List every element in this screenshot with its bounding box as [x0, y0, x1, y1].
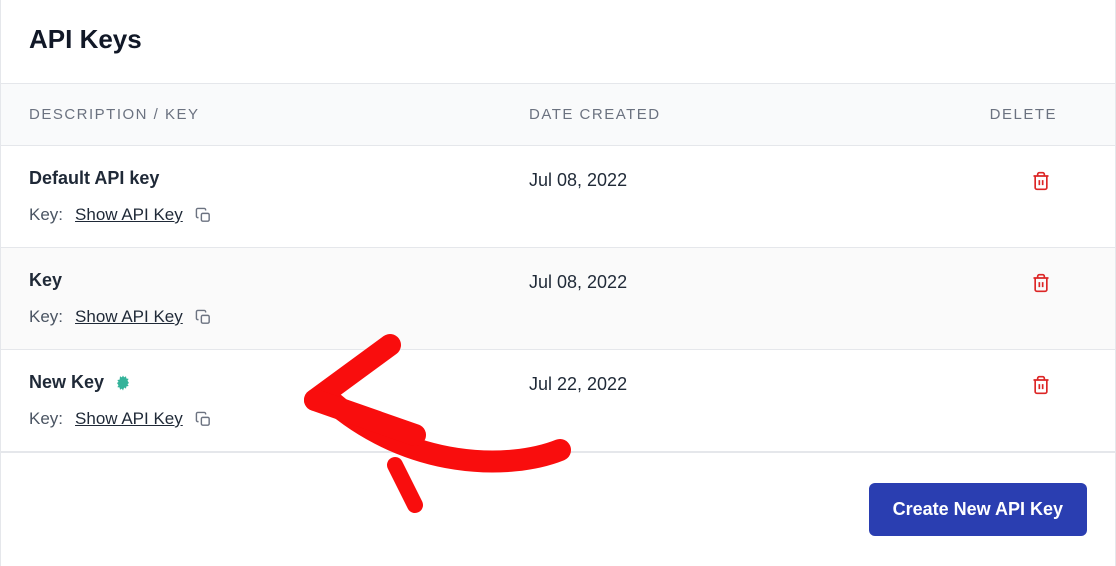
copy-icon[interactable]: [195, 207, 212, 224]
table-header: DESCRIPTION / KEY DATE CREATED DELETE: [1, 83, 1115, 146]
key-date: Jul 22, 2022: [529, 372, 909, 429]
column-header-delete: DELETE: [909, 106, 1087, 123]
create-new-api-key-button[interactable]: Create New API Key: [869, 483, 1087, 536]
copy-icon[interactable]: [195, 411, 212, 428]
page-title: API Keys: [29, 24, 1087, 55]
trash-icon[interactable]: [1031, 170, 1051, 192]
column-header-description: DESCRIPTION / KEY: [29, 106, 529, 123]
table-row: Key Key: Show API Key Jul 08, 2022: [1, 248, 1115, 350]
key-label: Key:: [29, 307, 63, 327]
column-header-date: DATE CREATED: [529, 106, 909, 123]
trash-icon[interactable]: [1031, 272, 1051, 294]
key-title: Default API key: [29, 168, 529, 189]
key-label: Key:: [29, 205, 63, 225]
copy-icon[interactable]: [195, 309, 212, 326]
new-badge-icon: [114, 374, 132, 392]
key-date: Jul 08, 2022: [529, 168, 909, 225]
key-date: Jul 08, 2022: [529, 270, 909, 327]
key-title: New Key: [29, 372, 529, 393]
footer: Create New API Key: [1, 452, 1115, 566]
show-api-key-link[interactable]: Show API Key: [75, 205, 183, 225]
trash-icon[interactable]: [1031, 374, 1051, 396]
show-api-key-link[interactable]: Show API Key: [75, 307, 183, 327]
show-api-key-link[interactable]: Show API Key: [75, 409, 183, 429]
table-row: New Key Key: Show API Key Jul 22, 2022: [1, 350, 1115, 452]
table-row: Default API key Key: Show API Key Jul 08…: [1, 146, 1115, 248]
key-label: Key:: [29, 409, 63, 429]
key-title: Key: [29, 270, 529, 291]
page-header: API Keys: [1, 0, 1115, 83]
